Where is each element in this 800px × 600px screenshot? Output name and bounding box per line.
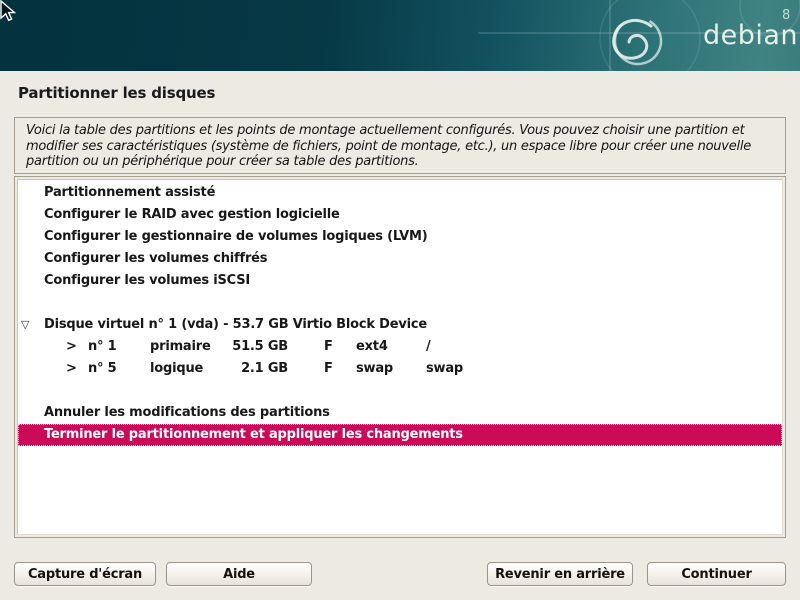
- partition-size: 2.1 GB: [208, 358, 288, 380]
- installer-window: debian 8 Partitionner les disques Voici …: [0, 0, 800, 600]
- partition-mountpoint: /: [426, 336, 431, 358]
- list-item-finish-partitioning[interactable]: Terminer le partitionnement et appliquer…: [18, 424, 782, 446]
- expander-down-icon[interactable]: ▽: [21, 314, 29, 336]
- debian-wordmark: debian: [703, 22, 798, 49]
- mouse-cursor-icon: [0, 0, 16, 22]
- list-item-undo-changes[interactable]: Annuler les modifications des partitions: [18, 402, 782, 424]
- partition-flag: F: [324, 358, 333, 380]
- partition-number: n° 1: [88, 336, 117, 358]
- partition-size: 51.5 GB: [208, 336, 288, 358]
- list-spacer: [18, 292, 782, 314]
- continue-button[interactable]: Continuer: [647, 562, 786, 586]
- partition-list[interactable]: Partitionnement assisté Configurer le RA…: [17, 179, 783, 535]
- partition-marker-icon: >: [66, 358, 77, 380]
- list-item-configure-lvm[interactable]: Configurer le gestionnaire de volumes lo…: [18, 226, 782, 248]
- partition-type: primaire: [150, 336, 211, 358]
- description-box: Voici la table des partitions et les poi…: [14, 117, 786, 174]
- partition-filesystem: swap: [356, 358, 393, 380]
- go-back-button[interactable]: Revenir en arrière: [487, 562, 633, 586]
- help-button[interactable]: Aide: [166, 562, 312, 586]
- list-spacer: [18, 380, 782, 402]
- screenshot-button[interactable]: Capture d'écran: [14, 562, 156, 586]
- partition-row-1[interactable]: > n° 1 primaire 51.5 GB F ext4 /: [18, 336, 782, 358]
- partition-marker-icon: >: [66, 336, 77, 358]
- list-item-configure-iscsi[interactable]: Configurer les volumes iSCSI: [18, 270, 782, 292]
- banner-decoration: [0, 0, 800, 71]
- disk-row[interactable]: ▽ Disque virtuel n° 1 (vda) - 53.7 GB Vi…: [18, 314, 782, 336]
- partition-filesystem: ext4: [356, 336, 388, 358]
- page-title: Partitionner les disques: [18, 84, 215, 102]
- disk-label: Disque virtuel n° 1 (vda) - 53.7 GB Virt…: [44, 317, 427, 332]
- debian-version: 8: [782, 9, 790, 22]
- banner: debian 8: [0, 0, 800, 71]
- list-item-configure-raid[interactable]: Configurer le RAID avec gestion logiciel…: [18, 204, 782, 226]
- debian-swirl-logo-icon: [607, 10, 670, 71]
- list-item-guided-partitioning[interactable]: Partitionnement assisté: [18, 182, 782, 204]
- partition-row-5[interactable]: > n° 5 logique 2.1 GB F swap swap: [18, 358, 782, 380]
- partition-flag: F: [324, 336, 333, 358]
- partition-type: logique: [150, 358, 203, 380]
- partition-mountpoint: swap: [426, 358, 463, 380]
- list-item-configure-encrypted[interactable]: Configurer les volumes chiffrés: [18, 248, 782, 270]
- partition-number: n° 5: [88, 358, 117, 380]
- partition-list-frame: Partitionnement assisté Configurer le RA…: [14, 176, 786, 538]
